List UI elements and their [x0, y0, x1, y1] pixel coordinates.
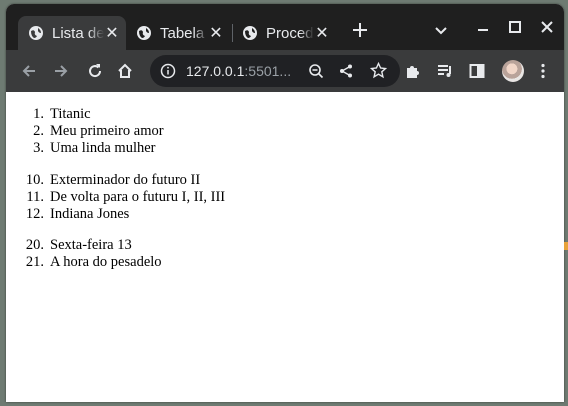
tab-strip: Lista de filmes ✕ Tabela ✕ Procedimento …	[6, 4, 564, 50]
globe-icon	[29, 26, 43, 40]
zoom-out-icon[interactable]	[308, 63, 324, 79]
tab-title: Tabela	[160, 24, 205, 42]
kebab-menu-icon	[541, 63, 545, 79]
list-item: 12. Indiana Jones	[6, 206, 129, 223]
forward-button[interactable]	[50, 60, 72, 82]
tab-procedimento[interactable]: Procedimento ✕	[234, 16, 340, 50]
globe-icon	[137, 26, 151, 40]
globe-icon	[243, 26, 257, 40]
back-button[interactable]	[18, 60, 40, 82]
page-content: 1. Titanic 2. Meu primeiro amor 3. Uma lind…	[6, 92, 564, 402]
puzzle-icon	[407, 66, 419, 78]
list-number: 20.	[25, 237, 44, 253]
list-text: De volta para o futuru I, II, III	[50, 189, 226, 205]
tab-title: Procedimento	[266, 24, 314, 42]
list-number: 11.	[26, 189, 44, 205]
list-number: 2.	[33, 123, 44, 139]
arrow-right-icon	[55, 65, 68, 77]
close-icon[interactable]: ✕	[208, 23, 224, 43]
maximize-icon[interactable]	[508, 20, 522, 34]
browser-window: Lista de filmes ✕ Tabela ✕ Procedimento …	[6, 4, 564, 402]
star-icon[interactable]	[370, 62, 387, 79]
list-text: Sexta-feira 13	[50, 237, 132, 253]
list-item: 10. Exterminador do futuro II	[6, 172, 200, 189]
list-text: Exterminador do futuro II	[50, 172, 201, 188]
list-text: Titanic	[50, 106, 91, 122]
list-item: 21. A hora do pesadelo	[6, 254, 162, 271]
info-icon[interactable]	[160, 63, 176, 79]
reload-icon	[89, 64, 102, 78]
extensions-button[interactable]	[402, 60, 424, 82]
media-button[interactable]	[434, 60, 456, 82]
tab-lista[interactable]: Lista de filmes ✕	[18, 16, 126, 50]
close-icon[interactable]: ✕	[104, 23, 120, 43]
side-panel-icon	[469, 64, 485, 78]
reload-button[interactable]	[84, 60, 106, 82]
list-number: 10.	[25, 172, 44, 188]
url-rest: :5501...	[244, 63, 292, 79]
plus-icon	[353, 23, 367, 37]
list-text: Indiana Jones	[50, 206, 130, 222]
home-button[interactable]	[114, 60, 136, 82]
list-text: Uma linda mulher	[50, 140, 156, 156]
new-tab-button[interactable]	[350, 20, 370, 44]
list-text: Meu primeiro amor	[50, 123, 164, 139]
list-number: 12.	[25, 206, 44, 222]
close-window-icon[interactable]	[540, 20, 554, 34]
list-item: 11. De volta para o futuru I, II, III	[6, 189, 225, 206]
close-icon[interactable]: ✕	[314, 23, 330, 43]
list-item: 3. Uma linda mulher	[6, 140, 156, 157]
url-text[interactable]: 127.0.0.1:5501...	[186, 63, 291, 79]
address-bar[interactable]: 127.0.0.1:5501...	[150, 55, 400, 87]
list-number: 3.	[33, 140, 44, 156]
side-panel-button[interactable]	[466, 60, 488, 82]
list-number: 1.	[33, 106, 44, 122]
list-item: 1. Titanic	[6, 106, 91, 123]
toolbar: 127.0.0.1:5501...	[6, 50, 564, 92]
queue-music-icon	[438, 65, 451, 77]
url-host: 127.0.0.1	[186, 63, 245, 79]
list-item: 2. Meu primeiro amor	[6, 123, 164, 140]
share-icon[interactable]	[338, 63, 354, 79]
list-number: 21.	[25, 254, 44, 270]
home-icon	[118, 63, 132, 78]
tab-separator	[232, 24, 233, 42]
tab-title: Lista de filmes	[52, 24, 104, 42]
list-item: 20. Sexta-feira 13	[6, 237, 132, 254]
menu-button[interactable]	[532, 60, 554, 82]
tab-tabela[interactable]: Tabela ✕	[126, 16, 230, 50]
avatar[interactable]	[502, 60, 524, 82]
arrow-left-icon	[22, 65, 35, 77]
background-window-edge	[564, 242, 568, 250]
minimize-icon[interactable]	[476, 22, 490, 36]
chevron-down-icon[interactable]	[434, 24, 448, 38]
list-text: A hora do pesadelo	[50, 254, 162, 270]
